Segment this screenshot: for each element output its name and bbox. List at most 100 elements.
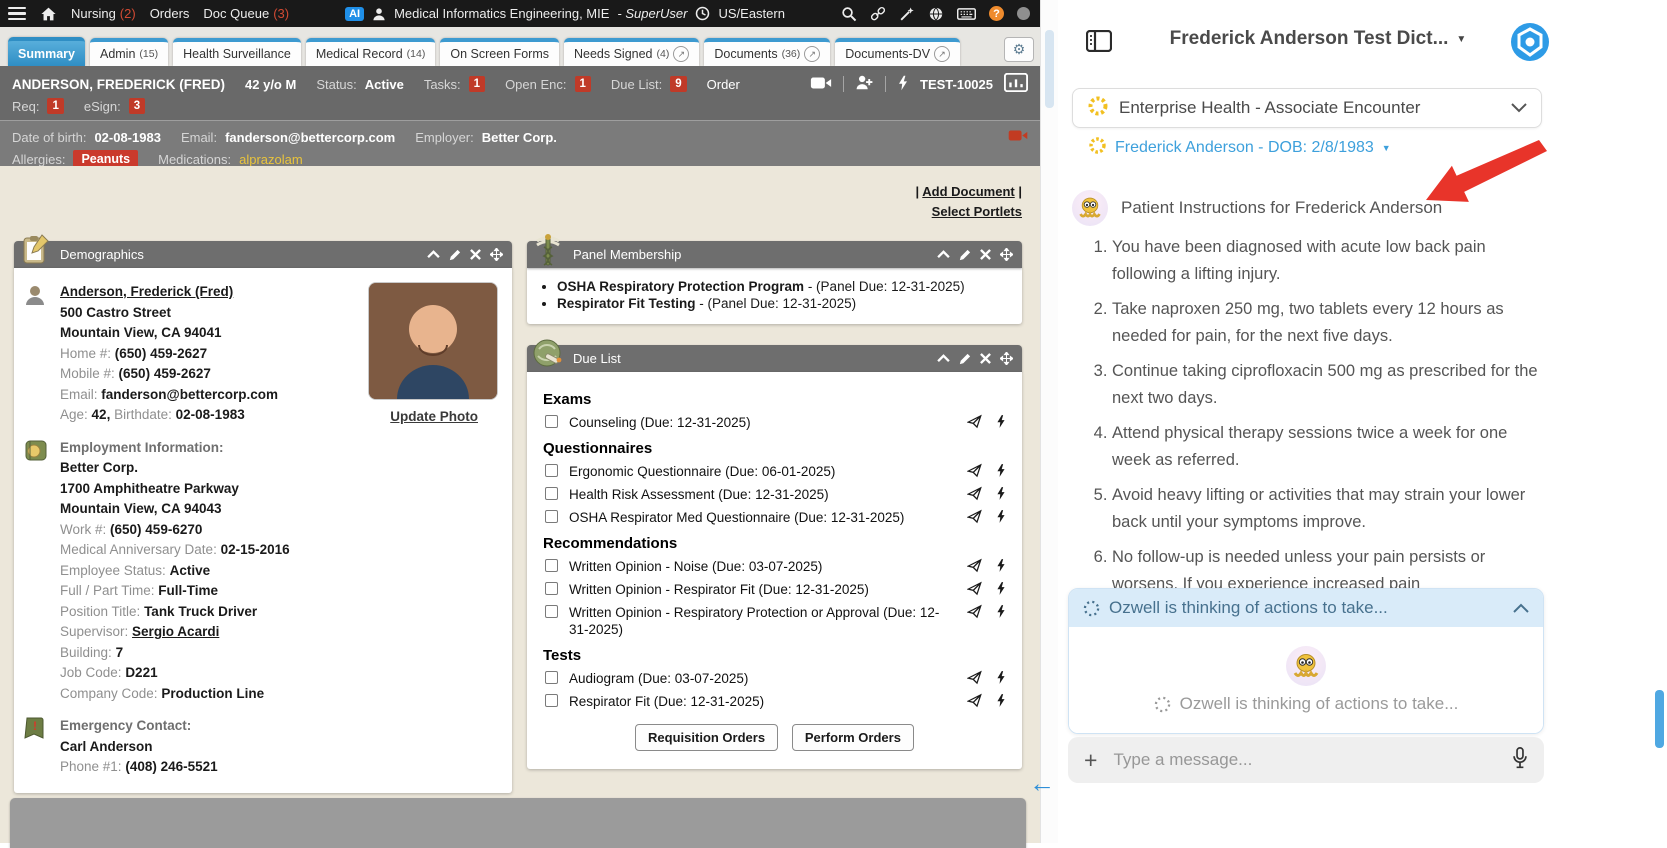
patient-context-dropdown[interactable]: Frederick Anderson - DOB: 2/8/1983 ▼ (1088, 136, 1391, 160)
supervisor-link[interactable]: Sergio Acardi (132, 624, 219, 639)
hamburger-menu-icon[interactable] (8, 6, 26, 21)
external-link-icon[interactable]: ↗ (673, 46, 690, 62)
attach-plus-button[interactable]: + (1084, 748, 1097, 772)
send-order-icon[interactable] (967, 558, 982, 573)
org-name: Medical Informatics Engineering, MIE (394, 6, 610, 21)
collapse-icon[interactable] (937, 354, 950, 363)
microphone-icon[interactable] (1512, 746, 1528, 774)
recording-camera-icon[interactable] (1008, 129, 1028, 145)
due-item-checkbox[interactable] (545, 582, 558, 595)
demographics-body: Update Photo Anderson, Frederick (Fred) … (14, 268, 512, 793)
external-link-icon[interactable]: ↗ (934, 46, 951, 62)
keyboard-icon[interactable] (956, 7, 976, 21)
due-item-checkbox[interactable] (545, 694, 558, 707)
req-count-badge[interactable]: 1 (47, 98, 64, 114)
sidebar-collapse-arrow[interactable]: ← (1029, 768, 1055, 799)
perform-orders-button[interactable]: Perform Orders (791, 724, 914, 751)
medications-value[interactable]: alprazolam (239, 152, 303, 167)
due-item-checkbox[interactable] (545, 510, 558, 523)
message-input[interactable] (1111, 749, 1498, 771)
tab-admin[interactable]: Admin (15) (89, 38, 169, 66)
perform-order-bolt-icon[interactable] (996, 509, 1006, 524)
patient-name-link[interactable]: Anderson, Frederick (Fred) (60, 284, 233, 299)
panel-toggle-icon[interactable] (1085, 29, 1113, 57)
tasks-count-badge[interactable]: 1 (468, 76, 486, 92)
tab-needs-signed[interactable]: Needs Signed (4) ↗ (563, 38, 700, 66)
tab-medical-record[interactable]: Medical Record (14) (305, 38, 436, 66)
nav-doc-queue[interactable]: Doc Queue (3) (203, 6, 289, 21)
due-item-checkbox[interactable] (545, 671, 558, 684)
send-order-icon[interactable] (967, 604, 982, 619)
chevron-up-icon[interactable] (1513, 603, 1529, 613)
conversation-title-dropdown[interactable]: Frederick Anderson Test Dict... ▼ (1118, 28, 1518, 50)
external-link-icon[interactable]: ↗ (804, 46, 821, 62)
close-icon[interactable] (980, 353, 991, 364)
tab-health-surveillance[interactable]: Health Surveillance (173, 38, 301, 66)
encounter-selector[interactable]: Enterprise Health - Associate Encounter (1072, 88, 1542, 128)
due-item-checkbox[interactable] (545, 559, 558, 572)
tab-settings-button[interactable]: ⚙ (1004, 37, 1034, 62)
edit-icon[interactable] (959, 353, 971, 365)
link-icon[interactable] (870, 6, 886, 22)
wand-icon[interactable] (899, 6, 915, 22)
perform-order-bolt-icon[interactable] (996, 463, 1006, 478)
search-icon[interactable] (841, 6, 857, 22)
emergency-phone-value: (408) 246-5521 (125, 759, 218, 774)
perform-order-bolt-icon[interactable] (996, 693, 1006, 708)
edit-icon[interactable] (449, 249, 461, 261)
close-icon[interactable] (470, 249, 481, 260)
globe-icon[interactable] (928, 6, 944, 22)
due-item-label: Written Opinion - Respirator Fit (Due: 1… (569, 582, 869, 597)
due-item-checkbox[interactable] (545, 605, 558, 618)
send-order-icon[interactable] (967, 693, 982, 708)
sidebar-scrollbar-thumb[interactable] (1655, 690, 1664, 748)
requisition-orders-button[interactable]: Requisition Orders (635, 724, 779, 751)
ai-badge[interactable]: AI (345, 6, 365, 21)
quick-action-bolt-icon[interactable] (897, 75, 909, 94)
move-icon[interactable] (490, 248, 503, 261)
home-phone-value: (650) 459-2627 (114, 345, 208, 361)
tab-summary[interactable]: Summary (8, 37, 85, 66)
ozwell-logo[interactable] (1510, 22, 1550, 67)
home-icon[interactable] (40, 6, 57, 22)
perform-order-bolt-icon[interactable] (996, 604, 1006, 619)
send-order-icon[interactable] (967, 509, 982, 524)
perform-order-bolt-icon[interactable] (996, 558, 1006, 573)
due-item-checkbox[interactable] (545, 415, 558, 428)
thinking-card-header[interactable]: Ozwell is thinking of actions to take... (1069, 589, 1543, 627)
perform-order-bolt-icon[interactable] (996, 414, 1006, 429)
add-document-link[interactable]: Add Document (922, 184, 1014, 199)
open-enc-count-badge[interactable]: 1 (574, 76, 591, 92)
send-order-icon[interactable] (967, 486, 982, 501)
collapse-icon[interactable] (427, 250, 440, 259)
send-order-icon[interactable] (967, 414, 982, 429)
send-order-icon[interactable] (967, 670, 982, 685)
main-scrollbar-thumb[interactable] (1045, 30, 1054, 108)
help-icon[interactable]: ? (988, 6, 1004, 21)
video-call-icon[interactable] (810, 76, 832, 93)
send-order-icon[interactable] (967, 463, 982, 478)
tab-documents-dv[interactable]: Documents-DV ↗ (835, 38, 961, 66)
add-person-icon[interactable] (855, 75, 874, 93)
nav-orders[interactable]: Orders (150, 6, 190, 21)
select-portlets-link[interactable]: Select Portlets (932, 204, 1022, 219)
perform-order-bolt-icon[interactable] (996, 670, 1006, 685)
perform-order-bolt-icon[interactable] (996, 581, 1006, 596)
move-icon[interactable] (1000, 352, 1013, 365)
nav-nursing[interactable]: Nursing (2) (71, 6, 136, 21)
due-item-checkbox[interactable] (545, 487, 558, 500)
esign-count-badge[interactable]: 3 (128, 98, 146, 114)
chart-stats-icon[interactable] (1003, 72, 1029, 95)
tab-on-screen-forms[interactable]: On Screen Forms (440, 38, 559, 66)
due-list-count-badge[interactable]: 9 (670, 76, 687, 92)
collapse-icon[interactable] (937, 250, 950, 259)
building-value: 7 (115, 644, 124, 660)
close-icon[interactable] (980, 249, 991, 260)
tab-documents[interactable]: Documents (36) ↗ (704, 38, 831, 66)
due-item-checkbox[interactable] (545, 464, 558, 477)
order-link[interactable]: Order (707, 77, 740, 92)
move-icon[interactable] (1000, 248, 1013, 261)
edit-icon[interactable] (959, 249, 971, 261)
send-order-icon[interactable] (967, 581, 982, 596)
perform-order-bolt-icon[interactable] (996, 486, 1006, 501)
